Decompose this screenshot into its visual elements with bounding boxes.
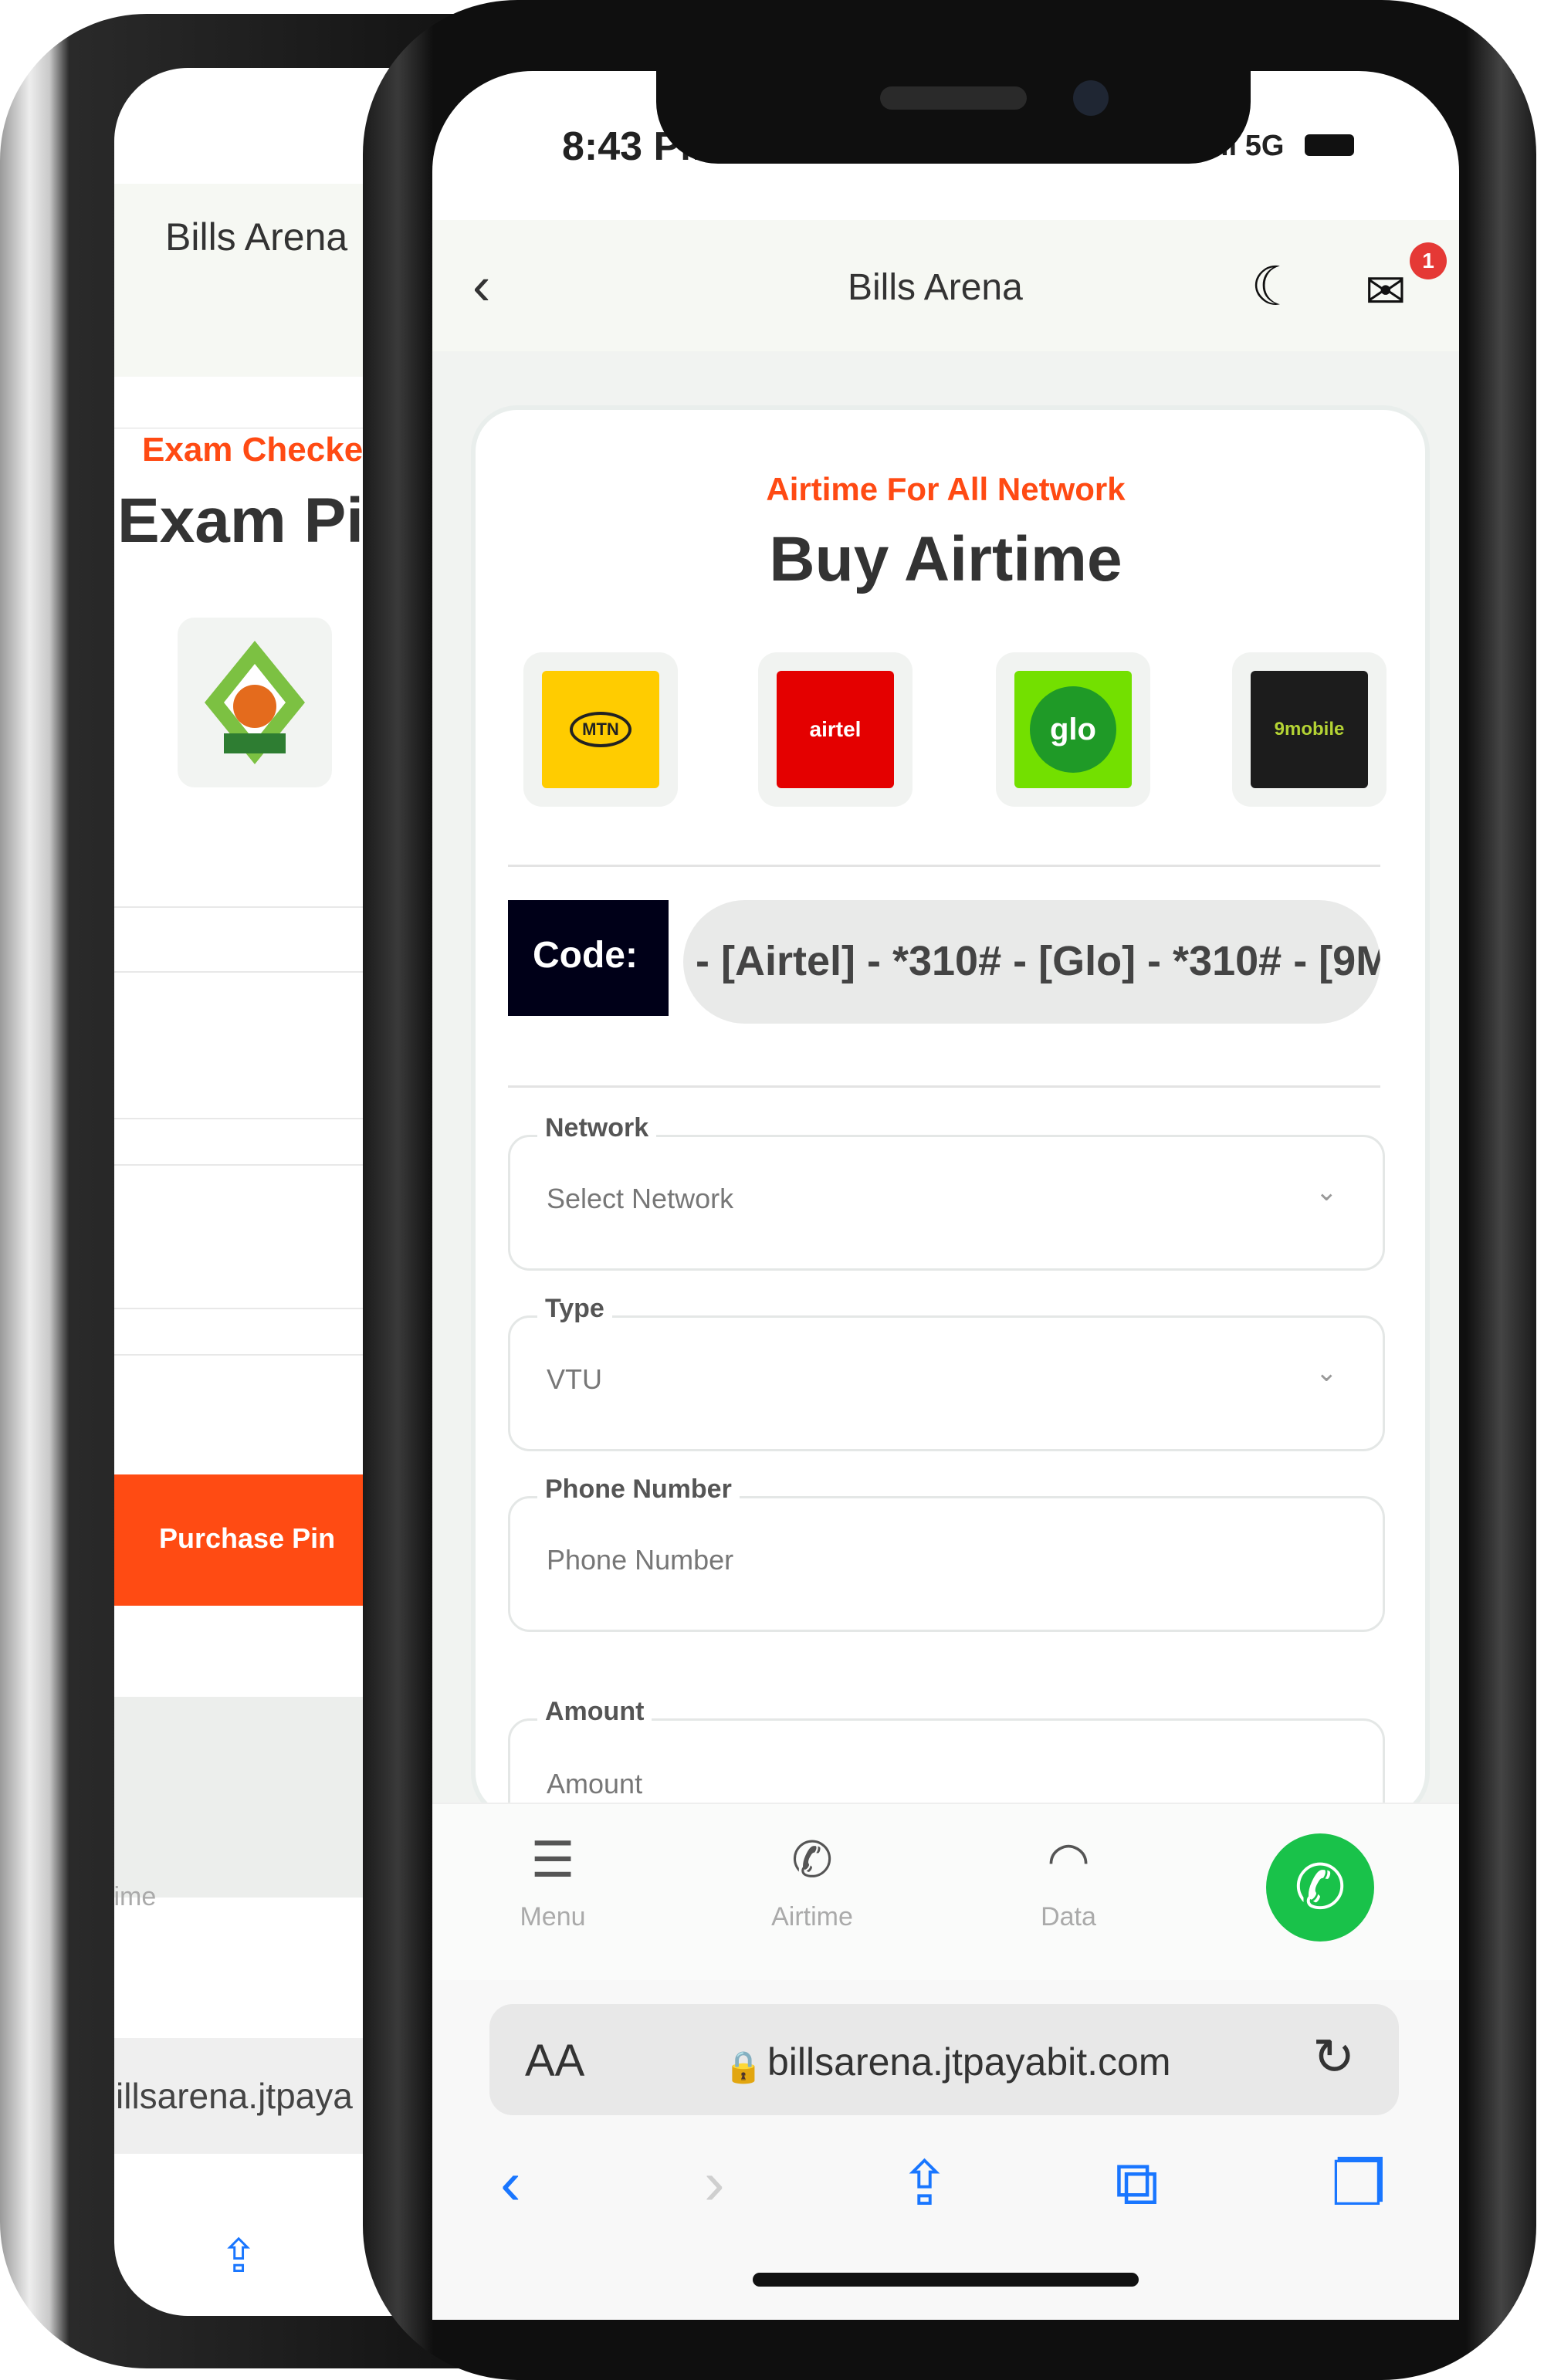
purchase-pin-label: Purchase Pin: [159, 1522, 336, 1554]
reload-icon[interactable]: ↻: [1312, 2027, 1355, 2087]
network-tile-glo[interactable]: glo: [996, 652, 1150, 807]
battery-icon: [1305, 134, 1354, 156]
back-url-text: illsarena.jtpaya: [116, 2076, 353, 2116]
ussd-code-text: - [Airtel] - *310# - [Glo] - *310# - [9M: [696, 938, 1380, 984]
network-tile-airtel[interactable]: airtel: [758, 652, 913, 807]
section-divider: [508, 1085, 1380, 1088]
network-tile-9mobile[interactable]: 9mobile: [1232, 652, 1387, 807]
back-arrow-icon[interactable]: ‹: [472, 255, 490, 317]
lock-icon: 🔒: [724, 2050, 763, 2084]
nav-airtime-label[interactable]: Airtime: [750, 1902, 874, 1932]
code-label: Code:: [533, 935, 638, 976]
phone-icon[interactable]: ✆: [750, 1831, 874, 1889]
notification-badge: 1: [1410, 242, 1447, 279]
network-field-label: Network: [537, 1113, 657, 1143]
speaker-grille: [880, 86, 1027, 110]
type-select-value: VTU: [547, 1363, 602, 1395]
dark-mode-moon-icon[interactable]: ☾: [1251, 255, 1299, 318]
back-nav-airtime-label: time: [114, 1882, 157, 1911]
amount-field-label: Amount: [537, 1697, 652, 1727]
page-title: Buy Airtime: [769, 524, 1122, 594]
network-tile-mtn[interactable]: MTN: [523, 652, 678, 807]
menu-icon[interactable]: ☰: [491, 1831, 615, 1889]
chevron-down-icon: ⌄: [1315, 1358, 1338, 1387]
9mobile-logo-icon: 9mobile: [1251, 671, 1368, 788]
app-title: Bills Arena: [848, 267, 1023, 308]
ussd-code-marquee: - [Airtel] - *310# - [Glo] - *310# - [9M: [683, 900, 1380, 1024]
back-page-title: Exam Pi: [117, 486, 364, 556]
share-icon[interactable]: ⇪: [219, 2229, 258, 2284]
type-field-label: Type: [537, 1294, 612, 1324]
front-camera: [1073, 80, 1109, 116]
whatsapp-icon[interactable]: ✆: [1266, 1833, 1374, 1942]
browser-forward-icon[interactable]: ›: [704, 2148, 725, 2219]
exam-board-logo[interactable]: [178, 618, 332, 787]
glo-logo-icon: glo: [1014, 671, 1132, 788]
mail-icon[interactable]: ✉: [1365, 262, 1407, 320]
back-subtitle: Exam Checke: [142, 431, 364, 469]
exam-logo-icon: [205, 641, 305, 764]
chevron-down-icon: ⌄: [1315, 1177, 1338, 1207]
reader-aa-button[interactable]: AA: [525, 2035, 584, 2087]
tabs-icon[interactable]: ❐: [1331, 2148, 1387, 2219]
bookmarks-icon[interactable]: ⧉: [1115, 2148, 1159, 2219]
wifi-icon[interactable]: ◠: [1007, 1831, 1130, 1889]
back-app-title: Bills Arena: [165, 215, 348, 259]
section-divider: [508, 865, 1380, 867]
phone-notch: [656, 71, 1251, 164]
amount-placeholder: Amount: [547, 1768, 643, 1799]
code-label-box: Code:: [508, 900, 669, 1016]
url-text[interactable]: billsarena.jtpayabit.com: [767, 2040, 1171, 2084]
phone-number-placeholder: Phone Number: [547, 1544, 734, 1576]
share-icon[interactable]: ⇪: [899, 2148, 950, 2219]
page-subtitle: Airtime For All Network: [766, 471, 1126, 507]
nav-data-label[interactable]: Data: [1007, 1902, 1130, 1932]
nav-menu-label[interactable]: Menu: [491, 1902, 615, 1932]
network-select-value: Select Network: [547, 1183, 734, 1214]
browser-back-icon[interactable]: ‹: [500, 2148, 521, 2219]
mtn-logo-icon: MTN: [542, 671, 659, 788]
home-indicator: [753, 2273, 1139, 2287]
phone-field-label: Phone Number: [537, 1474, 740, 1505]
airtel-logo-icon: airtel: [777, 671, 894, 788]
type-select[interactable]: [508, 1315, 1385, 1451]
